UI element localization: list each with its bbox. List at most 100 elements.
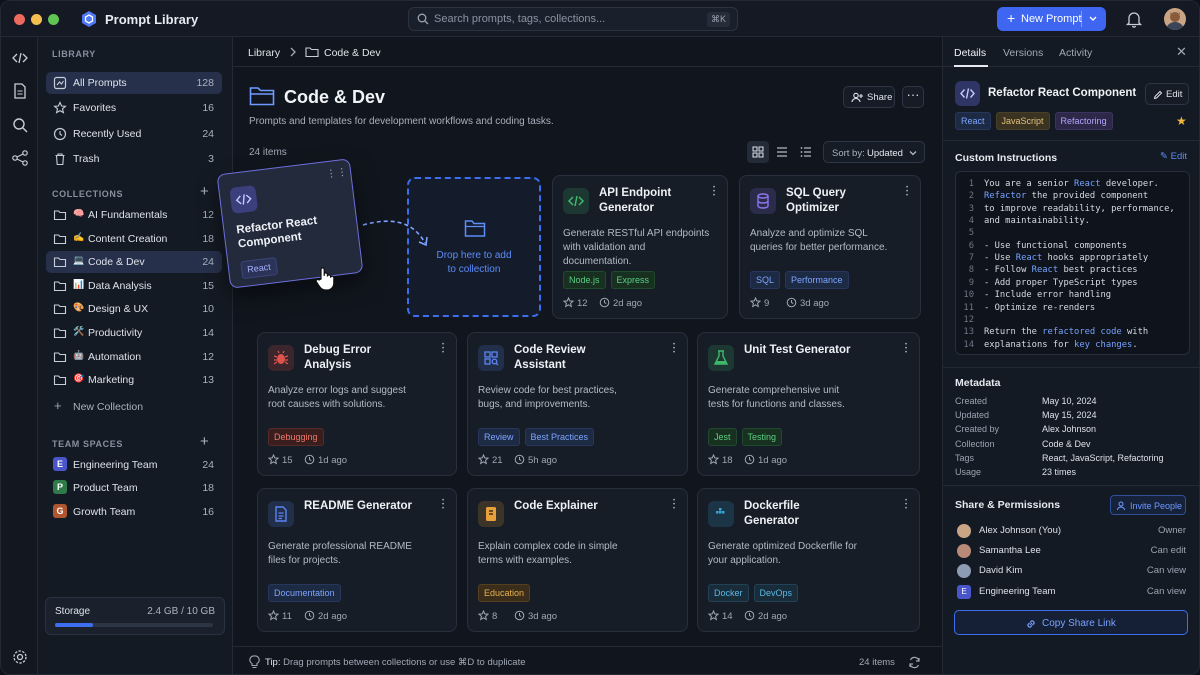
tag[interactable]: Debugging bbox=[268, 428, 324, 446]
tag[interactable]: Testing bbox=[741, 428, 783, 446]
chevron-down-icon[interactable] bbox=[1087, 11, 1099, 27]
prompt-card[interactable]: Debug Error Analysis • • • Analyze error log… bbox=[257, 332, 457, 476]
star-icon[interactable] bbox=[750, 297, 761, 308]
gear-icon[interactable] bbox=[11, 648, 29, 666]
minimize-window-button[interactable] bbox=[31, 14, 42, 25]
sidebar-item-favorites[interactable]: Favorites 16 bbox=[46, 97, 222, 119]
prompt-card[interactable]: Code Review Assistant • • • Review code for … bbox=[467, 332, 688, 476]
tag[interactable]: Performance bbox=[785, 271, 849, 289]
sidebar-item-collection[interactable]: 🎨 Design & UX 10 bbox=[46, 298, 222, 320]
person-role[interactable]: Can view bbox=[1147, 586, 1186, 597]
search-input[interactable]: Search prompts, tags, collections... ⌘K bbox=[408, 7, 738, 31]
copy-share-link-button[interactable]: Copy Share Link bbox=[954, 610, 1188, 635]
code-icon[interactable] bbox=[11, 49, 29, 67]
sidebar-item-collection[interactable]: 🎯 Marketing 13 bbox=[46, 369, 222, 391]
tag[interactable]: Node.js bbox=[563, 271, 606, 289]
share-person-row[interactable]: Samantha Lee Can edit bbox=[955, 543, 1190, 559]
new-prompt-button[interactable]: + New Prompt bbox=[997, 7, 1106, 31]
share-person-row[interactable]: E Engineering Team Can view bbox=[955, 584, 1190, 600]
search-icon[interactable] bbox=[11, 116, 29, 134]
star-icon[interactable] bbox=[708, 610, 719, 621]
sidebar-item-all-prompts[interactable]: All Prompts 128 bbox=[46, 72, 222, 94]
close-icon[interactable]: ✕ bbox=[1176, 44, 1187, 60]
share-person-row[interactable]: Alex Johnson (You) Owner bbox=[955, 523, 1190, 539]
sidebar-item-collection[interactable]: 🧠 AI Fundamentals 12 bbox=[46, 204, 222, 226]
more-options-button[interactable]: ··· bbox=[902, 86, 924, 108]
kebab-menu-icon[interactable]: • • • bbox=[905, 342, 909, 356]
sidebar-item-collection[interactable]: 📊 Data Analysis 15 bbox=[46, 275, 222, 297]
kebab-menu-icon[interactable]: • • • bbox=[442, 498, 446, 512]
edit-instructions-link[interactable]: ✎ Edit bbox=[1160, 151, 1187, 162]
user-avatar[interactable] bbox=[1164, 8, 1186, 30]
clock-icon bbox=[514, 610, 525, 621]
sidebar-item-trash[interactable]: Trash 3 bbox=[46, 148, 222, 170]
star-icon[interactable] bbox=[268, 454, 279, 465]
tag[interactable]: Review bbox=[478, 428, 520, 446]
close-window-button[interactable] bbox=[14, 14, 25, 25]
prompt-card[interactable]: API Endpoint Generator • • • Generate RESTfu… bbox=[552, 175, 728, 319]
tab-versions[interactable]: Versions bbox=[1003, 47, 1043, 59]
tab-details[interactable]: Details bbox=[954, 47, 986, 59]
share-nodes-icon[interactable] bbox=[11, 149, 29, 167]
person-role[interactable]: Owner bbox=[1158, 525, 1186, 536]
maximize-window-button[interactable] bbox=[48, 14, 59, 25]
invite-people-button[interactable]: Invite People bbox=[1110, 495, 1186, 515]
prompt-card[interactable]: Dockerfile Generator • • • Generate optimize… bbox=[697, 488, 920, 632]
add-team-icon[interactable]: + bbox=[200, 433, 209, 450]
tag[interactable]: DevOps bbox=[753, 584, 799, 602]
star-icon[interactable] bbox=[478, 610, 489, 621]
breadcrumb-library[interactable]: Library bbox=[248, 47, 280, 59]
prompt-card[interactable]: Code Explainer • • • Explain complex code in… bbox=[467, 488, 688, 632]
share-button[interactable]: Share bbox=[843, 86, 895, 108]
star-icon[interactable] bbox=[478, 454, 489, 465]
sidebar-item-collection[interactable]: 💻 Code & Dev 24 bbox=[46, 251, 222, 274]
tag[interactable]: Jest bbox=[708, 428, 737, 446]
sidebar-item-collection[interactable]: 🤖 Automation 12 bbox=[46, 346, 222, 368]
refresh-icon[interactable] bbox=[908, 656, 921, 669]
kebab-menu-icon[interactable]: • • • bbox=[906, 185, 910, 199]
prompt-card[interactable]: Unit Test Generator • • • Generate comprehen… bbox=[697, 332, 920, 476]
tag[interactable]: React bbox=[955, 112, 991, 130]
sidebar-item-recently-used[interactable]: Recently Used 24 bbox=[46, 123, 222, 145]
add-collection-icon[interactable]: + bbox=[200, 183, 209, 200]
sidebar-item-collection[interactable]: 🛠️ Productivity 14 bbox=[46, 322, 222, 344]
instructions-code-block[interactable]: 1 You are a senior React developer. 2 Refac… bbox=[955, 171, 1190, 355]
tag[interactable]: Documentation bbox=[268, 584, 341, 602]
new-collection-button[interactable]: + New Collection bbox=[46, 396, 222, 418]
tag[interactable]: SQL bbox=[750, 271, 781, 289]
drag-handle-icon[interactable]: ⋮⋮ bbox=[326, 167, 349, 181]
kebab-menu-icon[interactable]: • • • bbox=[713, 185, 717, 199]
star-icon[interactable] bbox=[268, 610, 279, 621]
prompt-card[interactable]: README Generator • • • Generate professional… bbox=[257, 488, 457, 632]
document-icon[interactable] bbox=[11, 82, 29, 100]
tag[interactable]: Best Practices bbox=[524, 428, 595, 446]
share-person-row[interactable]: David Kim Can view bbox=[955, 563, 1190, 579]
person-role[interactable]: Can view bbox=[1147, 565, 1186, 576]
tag[interactable]: Refactoring bbox=[1054, 112, 1113, 130]
tag[interactable]: Docker bbox=[708, 584, 749, 602]
kebab-menu-icon[interactable]: • • • bbox=[442, 342, 446, 356]
tag[interactable]: JavaScript bbox=[995, 112, 1050, 130]
kebab-menu-icon[interactable]: • • • bbox=[673, 342, 677, 356]
sidebar-item-team[interactable]: E Engineering Team 24 bbox=[46, 454, 222, 476]
compact-view-button[interactable] bbox=[795, 141, 817, 163]
favorite-star-icon[interactable]: ★ bbox=[1176, 114, 1187, 128]
star-icon[interactable] bbox=[708, 454, 719, 465]
dragging-card[interactable]: ⋮⋮ Refactor React Component React bbox=[216, 158, 364, 289]
sidebar-item-team[interactable]: G Growth Team 16 bbox=[46, 501, 222, 523]
sidebar-item-team[interactable]: P Product Team 18 bbox=[46, 477, 222, 499]
sort-dropdown[interactable]: Sort by: Updated bbox=[823, 141, 925, 163]
prompt-card[interactable]: SQL Query Optimizer • • • Analyze and optimi… bbox=[739, 175, 921, 319]
tag[interactable]: Express bbox=[610, 271, 656, 289]
list-view-button[interactable] bbox=[771, 141, 793, 163]
grid-view-button[interactable] bbox=[747, 141, 769, 163]
star-icon[interactable] bbox=[563, 297, 574, 308]
sidebar-item-collection[interactable]: ✍️ Content Creation 18 bbox=[46, 228, 222, 250]
edit-button[interactable]: Edit bbox=[1145, 83, 1189, 105]
tab-activity[interactable]: Activity bbox=[1059, 47, 1092, 59]
bell-icon[interactable] bbox=[1125, 10, 1143, 28]
person-role[interactable]: Can edit bbox=[1151, 545, 1186, 556]
kebab-menu-icon[interactable]: • • • bbox=[905, 498, 909, 512]
kebab-menu-icon[interactable]: • • • bbox=[673, 498, 677, 512]
tag[interactable]: Education bbox=[478, 584, 531, 602]
